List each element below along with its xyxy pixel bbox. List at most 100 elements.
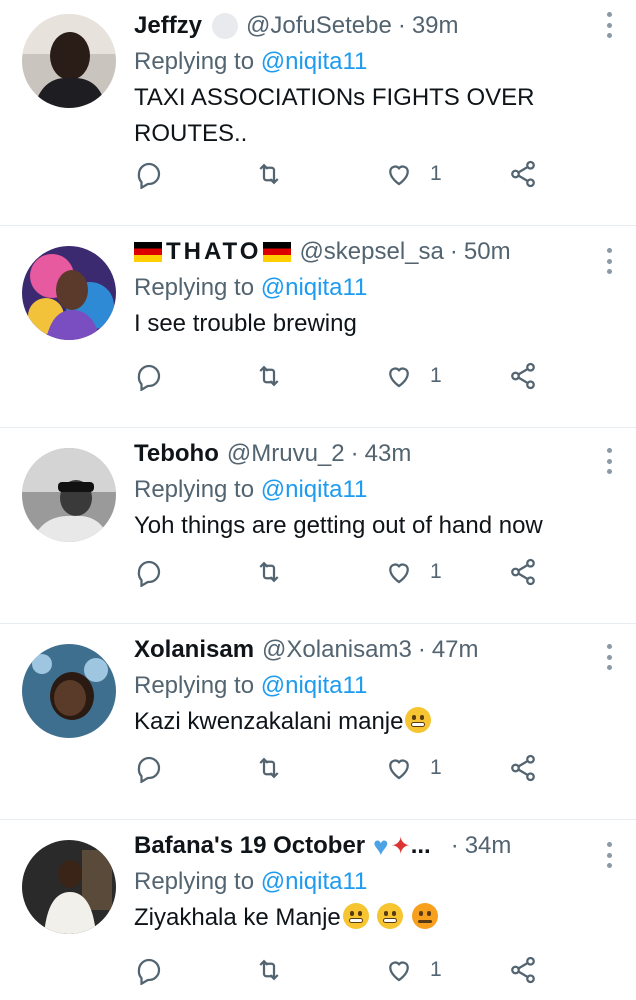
timestamp[interactable]: 50m [464, 238, 511, 266]
reply-button[interactable] [134, 361, 164, 391]
reply-button[interactable] [134, 557, 164, 587]
more-icon[interactable] [604, 248, 614, 274]
separator: · [449, 238, 458, 265]
timestamp[interactable]: 43m [365, 440, 412, 468]
avatar[interactable] [22, 246, 116, 340]
avatar[interactable] [22, 644, 116, 738]
share-icon [511, 754, 535, 782]
reply-icon [137, 162, 161, 189]
separator: · [417, 636, 426, 663]
name-truncation: ... [410, 832, 431, 859]
retweet-button[interactable] [254, 753, 284, 783]
like-button[interactable]: 1 [384, 753, 442, 783]
timestamp[interactable]: 39m [412, 12, 459, 40]
share-button[interactable] [508, 955, 538, 985]
badge-icon [212, 13, 239, 39]
party-popper-icon: ✦ [390, 832, 411, 860]
reply-content: Xolanisam @Xolanisam3 · 47m Replying to … [134, 634, 612, 740]
reply-button[interactable] [134, 159, 164, 189]
mention-link[interactable]: @niqita11 [261, 476, 368, 503]
replying-prefix: Replying to [134, 868, 255, 895]
share-button[interactable] [508, 361, 538, 391]
retweet-icon [259, 561, 279, 583]
reply-card[interactable]: Jeffzy @JofuSetebe · 39m Replying to @ni… [0, 0, 636, 226]
like-count: 1 [430, 560, 442, 583]
reply-text: Kazi kwenzakalani manje [134, 704, 612, 740]
replying-to: Replying to @niqita11 [134, 272, 612, 304]
replying-to: Replying to @niqita11 [134, 474, 612, 506]
share-icon [511, 160, 535, 188]
timestamp[interactable]: 47m [432, 636, 479, 664]
like-count: 1 [430, 756, 442, 779]
display-name[interactable]: Bafana's 19 October [134, 832, 365, 860]
handle[interactable]: @JofuSetebe [246, 12, 392, 40]
handle[interactable]: @skepsel_sa [299, 238, 443, 266]
timestamp[interactable]: 34m [465, 832, 512, 860]
display-name[interactable]: Jeffzy [134, 12, 202, 40]
replying-to: Replying to @niqita11 [134, 670, 612, 702]
blue-heart-icon: ♥ [373, 830, 389, 861]
replies-feed: Jeffzy @JofuSetebe · 39m Replying to @ni… [0, 0, 636, 1000]
more-icon[interactable] [604, 644, 614, 670]
share-icon [511, 558, 535, 586]
more-icon[interactable] [604, 842, 614, 868]
reply-content: Bafana's 19 October ♥ ✦ ... · 34m Replyi… [134, 830, 612, 936]
like-icon [389, 759, 409, 780]
mention-link[interactable]: @niqita11 [261, 672, 368, 699]
reply-card[interactable]: THATO @skepsel_sa · 50m Replying to @niq… [0, 226, 636, 428]
separator: · [450, 832, 459, 859]
reply-icon [137, 364, 161, 391]
replying-to: Replying to @niqita11 [134, 866, 612, 898]
reply-header: Jeffzy @JofuSetebe · 39m [134, 10, 612, 42]
handle[interactable]: @Mruvu_2 [227, 440, 345, 468]
like-count: 1 [430, 958, 442, 981]
like-button[interactable]: 1 [384, 955, 442, 985]
mention-link[interactable]: @niqita11 [261, 868, 368, 895]
reply-icon [137, 958, 161, 985]
retweet-button[interactable] [254, 159, 284, 189]
retweet-icon [259, 163, 279, 185]
separator: · [350, 440, 359, 467]
retweet-icon [259, 365, 279, 387]
reply-button[interactable] [134, 955, 164, 985]
share-button[interactable] [508, 753, 538, 783]
mention-link[interactable]: @niqita11 [261, 274, 368, 301]
more-icon[interactable] [604, 12, 614, 38]
reply-header: THATO @skepsel_sa · 50m [134, 236, 612, 268]
smirk-emoji-icon [405, 707, 432, 733]
angry-emoji-icon [412, 903, 439, 929]
share-icon [511, 362, 535, 390]
handle[interactable]: @Xolanisam3 [262, 636, 412, 664]
like-button[interactable]: 1 [384, 361, 442, 391]
display-name[interactable]: THATO [166, 238, 261, 266]
retweet-button[interactable] [254, 955, 284, 985]
retweet-button[interactable] [254, 557, 284, 587]
reply-card[interactable]: Bafana's 19 October ♥ ✦ ... · 34m Replyi… [0, 820, 636, 1000]
share-button[interactable] [508, 557, 538, 587]
mention-link[interactable]: @niqita11 [261, 48, 368, 75]
reply-card[interactable]: Teboho @Mruvu_2 · 43m Replying to @niqit… [0, 428, 636, 624]
replying-prefix: Replying to [134, 476, 255, 503]
avatar[interactable] [22, 840, 116, 934]
share-button[interactable] [508, 159, 538, 189]
reply-content: Teboho @Mruvu_2 · 43m Replying to @niqit… [134, 438, 612, 544]
share-icon [511, 956, 535, 984]
reply-button[interactable] [134, 753, 164, 783]
like-icon [389, 367, 409, 388]
grimace-emoji-icon [377, 903, 404, 929]
flag-icon [134, 242, 162, 262]
replying-prefix: Replying to [134, 274, 255, 301]
display-name[interactable]: Teboho [134, 440, 219, 468]
reply-text: Yoh things are getting out of hand now [134, 512, 543, 539]
like-button[interactable]: 1 [384, 159, 442, 189]
display-name[interactable]: Xolanisam [134, 636, 254, 664]
reply-text: Ziyakhala ke Manje [134, 900, 612, 936]
more-icon[interactable] [604, 448, 614, 474]
avatar[interactable] [22, 448, 116, 542]
like-button[interactable]: 1 [384, 557, 442, 587]
like-icon [389, 961, 409, 982]
like-icon [389, 165, 409, 186]
reply-card[interactable]: Xolanisam @Xolanisam3 · 47m Replying to … [0, 624, 636, 820]
retweet-button[interactable] [254, 361, 284, 391]
avatar[interactable] [22, 14, 116, 108]
